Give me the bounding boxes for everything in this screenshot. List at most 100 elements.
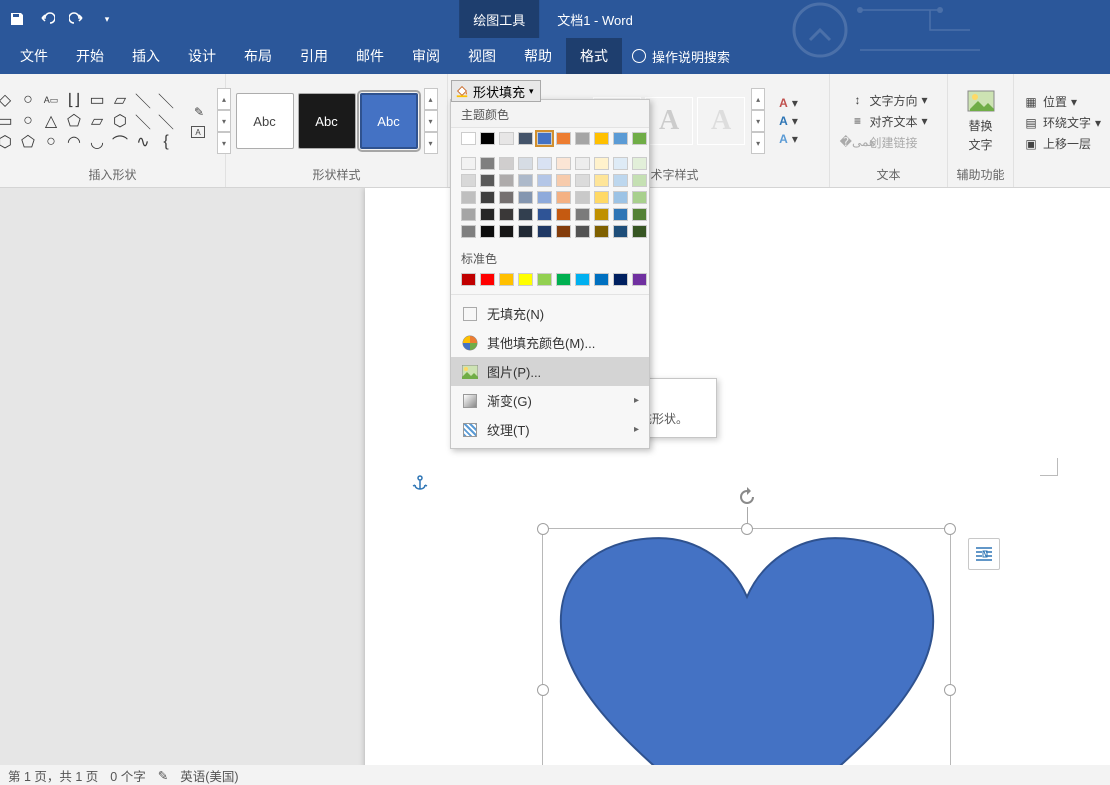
undo-button[interactable] (36, 8, 58, 30)
heart-shape[interactable] (551, 531, 943, 785)
color-swatch[interactable] (632, 174, 647, 187)
tab-design[interactable]: 设计 (174, 38, 230, 74)
color-swatch[interactable] (461, 208, 476, 221)
shape-style-1[interactable]: Abc (236, 93, 294, 149)
tab-insert[interactable]: 插入 (118, 38, 174, 74)
text-box-button[interactable]: A (187, 125, 211, 139)
color-swatch[interactable] (594, 174, 609, 187)
color-swatch[interactable] (594, 225, 609, 238)
color-swatch[interactable] (537, 208, 552, 221)
color-swatch[interactable] (556, 132, 571, 145)
color-swatch[interactable] (613, 273, 628, 286)
tab-view[interactable]: 视图 (454, 38, 510, 74)
color-swatch[interactable] (594, 191, 609, 204)
layout-options-button[interactable] (968, 538, 1000, 570)
redo-button[interactable] (66, 8, 88, 30)
color-swatch[interactable] (632, 191, 647, 204)
status-page[interactable]: 第 1 页，共 1 页 (8, 766, 98, 785)
color-swatch[interactable] (499, 208, 514, 221)
create-link-button[interactable]: �همی创建链接 (845, 133, 931, 152)
no-fill-item[interactable]: 无填充(N) (451, 299, 649, 328)
color-swatch[interactable] (575, 191, 590, 204)
color-swatch[interactable] (480, 132, 495, 145)
edit-shape-button[interactable]: ✎ (187, 103, 211, 121)
color-swatch[interactable] (537, 191, 552, 204)
color-swatch[interactable] (556, 191, 571, 204)
shape-style-2[interactable]: Abc (298, 93, 356, 149)
status-language[interactable]: 英语(美国) (180, 766, 238, 785)
color-swatch[interactable] (499, 132, 514, 145)
color-swatch[interactable] (594, 208, 609, 221)
color-swatch[interactable] (499, 174, 514, 187)
color-swatch[interactable] (613, 174, 628, 187)
color-swatch[interactable] (480, 174, 495, 187)
color-swatch[interactable] (556, 225, 571, 238)
qat-customize-icon[interactable]: ▾ (96, 8, 118, 30)
text-outline-button[interactable]: A ▾ (775, 113, 802, 129)
texture-fill-item[interactable]: 纹理(T)▸ (451, 415, 649, 444)
color-swatch[interactable] (461, 191, 476, 204)
tab-mailings[interactable]: 邮件 (342, 38, 398, 74)
more-colors-item[interactable]: 其他填充颜色(M)... (451, 328, 649, 357)
color-swatch[interactable] (499, 225, 514, 238)
color-swatch[interactable] (556, 174, 571, 187)
wordart-style-3[interactable]: A (697, 97, 745, 145)
tab-layout[interactable]: 布局 (230, 38, 286, 74)
color-swatch[interactable] (499, 157, 514, 170)
color-swatch[interactable] (537, 174, 552, 187)
color-swatch[interactable] (518, 191, 533, 204)
bring-forward-button[interactable]: ▣上移一层 (1019, 134, 1105, 153)
resize-handle-tm[interactable] (741, 523, 753, 535)
text-effects-button[interactable]: A ▾ (775, 131, 802, 147)
color-swatch[interactable] (461, 132, 476, 145)
color-swatch[interactable] (594, 132, 609, 145)
status-proofing-icon[interactable]: ✎ (158, 768, 168, 783)
color-swatch[interactable] (594, 273, 609, 286)
position-button[interactable]: ▦位置 ▾ (1019, 92, 1105, 111)
wrap-text-button[interactable]: ▤环绕文字 ▾ (1019, 113, 1105, 132)
tab-review[interactable]: 审阅 (398, 38, 454, 74)
shape-fill-button[interactable]: 形状填充▾ (451, 80, 541, 102)
color-swatch[interactable] (632, 225, 647, 238)
tab-file[interactable]: 文件 (6, 38, 62, 74)
resize-handle-mr[interactable] (944, 684, 956, 696)
color-swatch[interactable] (575, 174, 590, 187)
align-text-button[interactable]: ≡对齐文本 ▾ (845, 112, 931, 131)
color-swatch[interactable] (499, 273, 514, 286)
color-swatch[interactable] (575, 208, 590, 221)
color-swatch[interactable] (499, 191, 514, 204)
color-swatch[interactable] (480, 191, 495, 204)
rotate-handle[interactable] (737, 487, 757, 507)
color-swatch[interactable] (480, 273, 495, 286)
color-swatch[interactable] (632, 157, 647, 170)
color-swatch[interactable] (518, 157, 533, 170)
wordart-style-2[interactable]: A (645, 97, 693, 145)
wordart-scroll[interactable]: ▴▾▾ (751, 88, 765, 154)
tab-help[interactable]: 帮助 (510, 38, 566, 74)
shape-style-3[interactable]: Abc (360, 93, 418, 149)
color-swatch[interactable] (575, 132, 590, 145)
resize-handle-tl[interactable] (537, 523, 549, 535)
color-swatch[interactable] (613, 208, 628, 221)
color-swatch[interactable] (556, 273, 571, 286)
tab-references[interactable]: 引用 (286, 38, 342, 74)
color-swatch[interactable] (480, 157, 495, 170)
color-swatch[interactable] (632, 132, 647, 145)
tab-format[interactable]: 格式 (566, 38, 622, 74)
color-swatch[interactable] (461, 157, 476, 170)
shape-style-scroll[interactable]: ▴▾▾ (424, 88, 438, 154)
gradient-fill-item[interactable]: 渐变(G)▸ (451, 386, 649, 415)
color-swatch[interactable] (461, 174, 476, 187)
color-swatch[interactable] (613, 225, 628, 238)
resize-handle-ml[interactable] (537, 684, 549, 696)
tell-me-search[interactable]: 操作说明搜索 (632, 47, 730, 66)
color-swatch[interactable] (537, 157, 552, 170)
color-swatch[interactable] (594, 157, 609, 170)
color-swatch[interactable] (518, 132, 533, 145)
color-swatch[interactable] (632, 208, 647, 221)
picture-fill-item[interactable]: 图片(P)... (451, 357, 649, 386)
color-swatch[interactable] (613, 132, 628, 145)
color-swatch[interactable] (518, 208, 533, 221)
status-word-count[interactable]: 0 个字 (110, 766, 145, 785)
save-button[interactable] (6, 8, 28, 30)
